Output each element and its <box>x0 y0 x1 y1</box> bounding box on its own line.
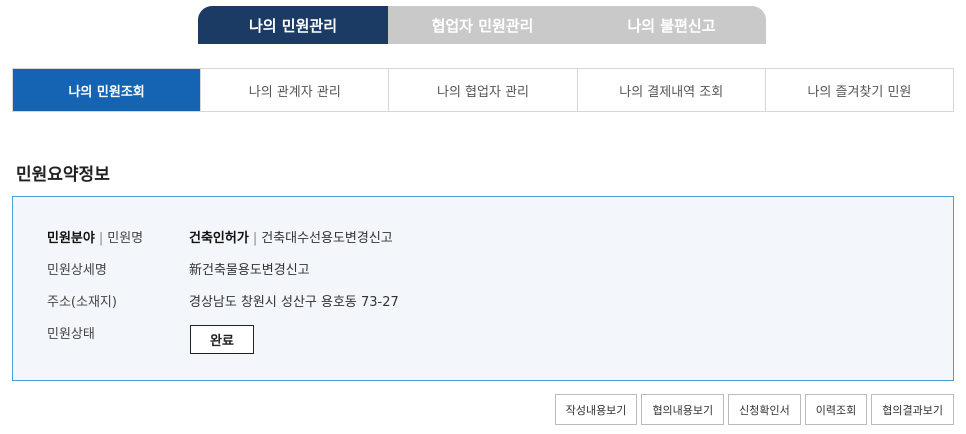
status-label: 민원상태 <box>47 327 95 342</box>
field-value: 건축인허가 | 건축대수선용도변경신고 <box>189 231 393 246</box>
sub-tab-bar: 나의 민원조회 나의 관계자 관리 나의 협업자 관리 나의 결제내역 조회 나… <box>12 68 954 112</box>
history-lookup-button[interactable]: 이력조회 <box>804 394 868 425</box>
field-label: 민원분야 | 민원명 <box>47 231 144 246</box>
view-written-content-button[interactable]: 작성내용보기 <box>554 394 638 425</box>
address-row: 주소(소재지) 경상남도 창원시 성산구 용호동 73-27 <box>47 291 399 310</box>
address-label: 주소(소재지) <box>47 295 117 310</box>
status-row: 민원상태 <box>47 323 189 342</box>
detail-row: 민원상세명 新건축물용도변경신고 <box>47 259 310 278</box>
section-title: 민원요약정보 <box>16 165 110 185</box>
detail-value: 新건축물용도변경신고 <box>189 263 310 278</box>
tab-collaborator-complaints[interactable]: 협업자 민원관리 <box>388 6 577 44</box>
tab-my-inconvenience-report[interactable]: 나의 불편신고 <box>577 6 766 44</box>
address-value: 경상남도 창원시 성산구 용호동 73-27 <box>189 295 399 310</box>
status-badge: 완료 <box>190 325 254 354</box>
subtab-complaint-lookup[interactable]: 나의 민원조회 <box>13 69 201 111</box>
application-confirmation-button[interactable]: 신청확인서 <box>728 394 801 425</box>
subtab-collaborator-management[interactable]: 나의 협업자 관리 <box>388 69 576 111</box>
subtab-stakeholder-management[interactable]: 나의 관계자 관리 <box>200 69 388 111</box>
top-tab-bar: 나의 민원관리 협업자 민원관리 나의 불편신고 <box>198 6 766 44</box>
view-consultation-result-button[interactable]: 협의결과보기 <box>871 394 954 425</box>
subtab-payment-history[interactable]: 나의 결제내역 조회 <box>576 69 765 111</box>
tab-my-complaints[interactable]: 나의 민원관리 <box>198 6 388 44</box>
summary-box: 민원분야 | 민원명 건축인허가 | 건축대수선용도변경신고 민원상세명 新건축물용도변… <box>12 196 954 381</box>
view-consultation-content-button[interactable]: 협의내용보기 <box>641 394 725 425</box>
detail-label: 민원상세명 <box>47 263 107 278</box>
action-buttons: 작성내용보기 협의내용보기 신청확인서 이력조회 협의결과보기 <box>554 394 954 425</box>
field-row: 민원분야 | 민원명 건축인허가 | 건축대수선용도변경신고 <box>47 227 393 246</box>
subtab-favorite-complaints[interactable]: 나의 즐겨찾기 민원 <box>764 69 953 111</box>
